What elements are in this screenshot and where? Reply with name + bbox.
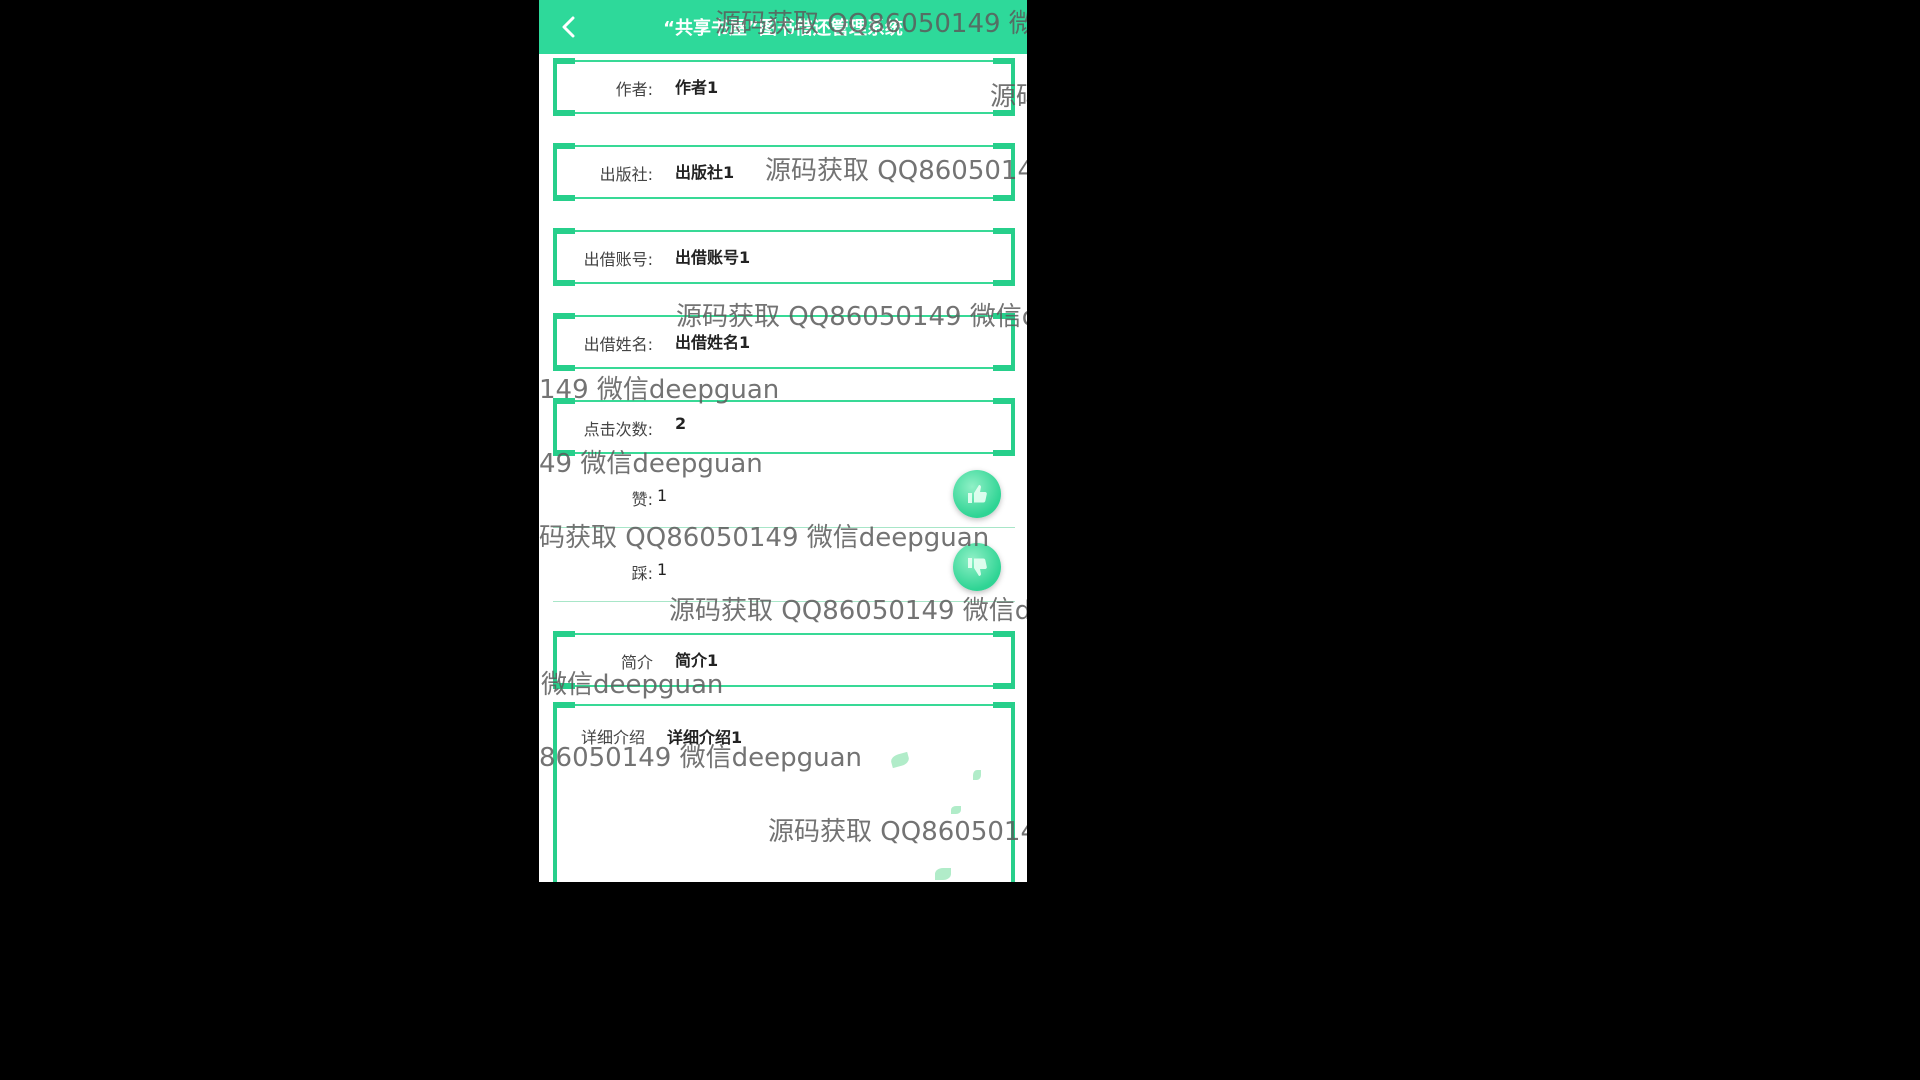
phone-screen: “共享书屋”图书借还管理系统 作者: 作者1 出版社: 出版社1 出借账号: 出…: [539, 0, 1027, 882]
frame-corner-right: [993, 398, 1015, 456]
leaf-decoration: [935, 868, 951, 880]
divider: [553, 601, 1015, 602]
field-label: 出版社:: [599, 165, 653, 184]
dislike-count: 1: [657, 560, 668, 579]
watermark-text: 码获取 QQ86050149 微信deepguan: [539, 523, 990, 553]
field-label: 出借账号:: [583, 250, 653, 269]
field-author: 作者: 作者1: [553, 58, 1015, 116]
thumbs-down-icon: [968, 558, 987, 576]
frame-corner-right: [993, 143, 1015, 201]
dislike-button[interactable]: [953, 543, 1001, 591]
details-panel: 详细介绍 详细介绍1: [553, 702, 1015, 882]
field-intro: 简介 简介1: [553, 631, 1015, 689]
field-publisher: 出版社: 出版社1: [553, 143, 1015, 201]
frame-corner-right: [993, 58, 1015, 116]
frame-corner-right: [993, 702, 1015, 882]
frame-corner-left: [553, 702, 575, 882]
frame-corner-right: [993, 313, 1015, 371]
like-count: 1: [657, 486, 668, 505]
field-value: 简介1: [675, 651, 719, 670]
divider: [553, 527, 1015, 528]
field-lender-name: 出借姓名: 出借姓名1: [553, 313, 1015, 371]
like-button[interactable]: [953, 470, 1001, 518]
dislike-label: 踩:: [631, 564, 653, 583]
field-click-count: 点击次数: 2: [553, 398, 1015, 456]
field-value: 出版社1: [675, 163, 735, 182]
leaf-decoration: [951, 806, 961, 814]
like-label: 赞:: [631, 490, 653, 509]
field-label: 出借姓名:: [583, 335, 653, 354]
watermark-text: 源码获取 QQ86050149 微信dee: [669, 596, 1027, 626]
frame-corner-right: [993, 228, 1015, 286]
back-button[interactable]: [549, 8, 589, 46]
leaf-decoration: [973, 770, 981, 780]
chevron-left-icon: [562, 16, 575, 38]
frame-corner-right: [993, 631, 1015, 689]
field-value: 出借账号1: [675, 248, 751, 267]
top-bar: “共享书屋”图书借还管理系统: [539, 0, 1027, 54]
details-value: 详细介绍1: [667, 728, 743, 747]
details-label: 详细介绍: [581, 728, 646, 747]
thumbs-up-icon: [968, 485, 987, 503]
page-title: “共享书屋”图书借还管理系统: [663, 18, 903, 39]
field-label: 简介: [620, 653, 653, 672]
field-value: 出借姓名1: [675, 333, 751, 352]
field-value: 2: [675, 414, 687, 433]
field-value: 作者1: [675, 78, 719, 97]
field-label: 点击次数:: [583, 420, 653, 439]
field-label: 作者:: [615, 80, 653, 99]
field-lender-account: 出借账号: 出借账号1: [553, 228, 1015, 286]
